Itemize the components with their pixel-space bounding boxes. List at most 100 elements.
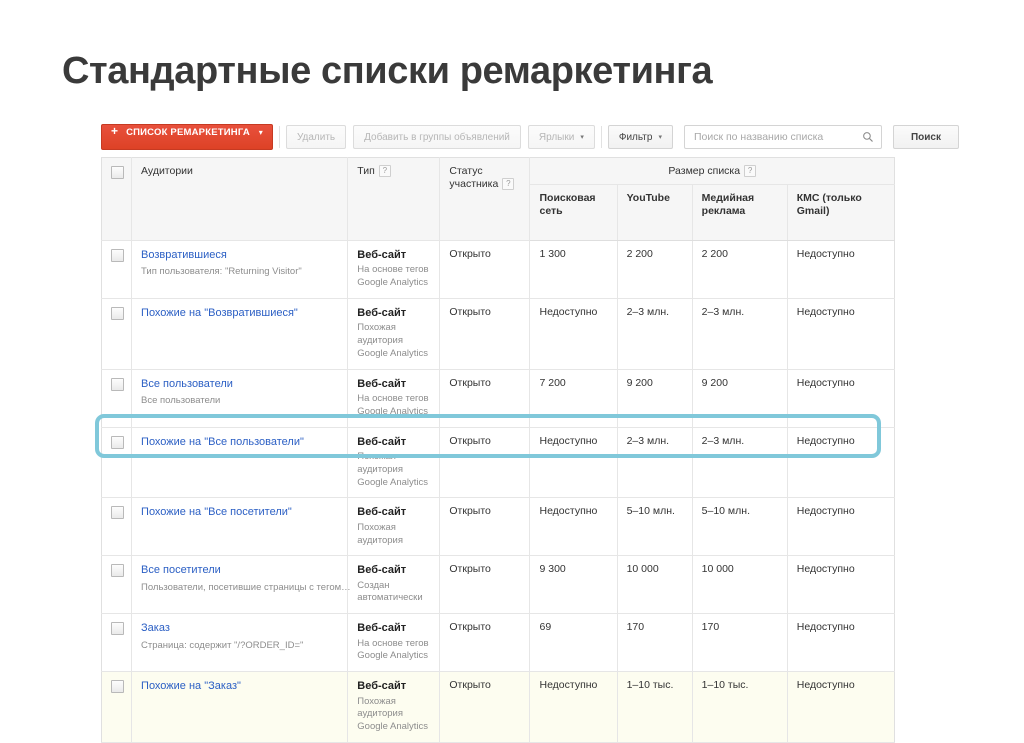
- row-select-cell[interactable]: [101, 671, 133, 743]
- display-size-cell: 2–3 млн.: [692, 298, 788, 370]
- search-button[interactable]: Поиск: [892, 125, 959, 149]
- column-header-gmail[interactable]: КМС (только Gmail): [787, 184, 895, 242]
- audience-cell: Все пользователи Все пользователи: [131, 369, 349, 428]
- type-main: Веб-сайт: [357, 680, 407, 693]
- table-row[interactable]: Похожие на "Заказ" Веб-сайт Похожая аудито…: [101, 671, 895, 743]
- row-checkbox[interactable]: [111, 307, 124, 321]
- member-status-cell: Открыто: [439, 497, 531, 557]
- create-remarketing-list-button[interactable]: + СПИСОК РЕМАРКЕТИНГА ▾: [101, 124, 273, 150]
- audience-name-link[interactable]: Все посетители: [141, 563, 338, 577]
- gmail-size-cell: Недоступно: [787, 298, 895, 370]
- type-main: Веб-сайт: [357, 506, 407, 519]
- type-source: Похожая аудитория: [357, 695, 404, 720]
- type-main: Веб-сайт: [357, 249, 407, 262]
- help-icon[interactable]: ?: [378, 165, 391, 177]
- display-size-cell: 2–3 млн.: [692, 427, 788, 499]
- row-checkbox[interactable]: [111, 435, 124, 449]
- search-network-size-cell: 69: [529, 613, 618, 673]
- member-status-cell: Открыто: [439, 240, 531, 300]
- row-select-cell[interactable]: [101, 613, 133, 673]
- gmail-size-cell: Недоступно: [787, 369, 895, 428]
- audience-description: Все пользователи: [141, 395, 221, 407]
- column-header-search-network-label: Поисковая сеть: [539, 192, 596, 218]
- audience-cell: Заказ Страница: содержит "/?ORDER_ID=": [131, 613, 349, 673]
- column-header-search-network[interactable]: Поисковая сеть: [529, 184, 618, 242]
- column-header-display[interactable]: Медийная реклама: [692, 184, 788, 242]
- table-row[interactable]: Все посетители Пользователи, посетившие с…: [101, 555, 895, 615]
- delete-label: Удалить: [296, 131, 336, 143]
- gmail-size-cell: Недоступно: [787, 497, 895, 557]
- audience-name-link[interactable]: Возвратившиеся: [141, 248, 338, 262]
- table-row[interactable]: Похожие на "Все посетители" Веб-сайт Похож…: [101, 497, 895, 557]
- type-cell: Веб-сайт Похожая аудитория Google Analytic…: [347, 671, 441, 743]
- row-checkbox[interactable]: [111, 249, 124, 263]
- gmail-size-cell: Недоступно: [787, 613, 895, 673]
- row-select-cell[interactable]: [101, 555, 133, 615]
- search-placeholder: Поиск по названию списка: [693, 131, 824, 143]
- type-source: Похожая аудитория: [357, 521, 404, 546]
- audience-name-link[interactable]: Похожие на "Возвратившиеся": [141, 306, 338, 320]
- toolbar-divider-2: [600, 126, 602, 148]
- youtube-size-cell: 9 200: [617, 369, 693, 428]
- display-size-cell: 10 000: [692, 555, 788, 615]
- delete-button[interactable]: Удалить: [285, 125, 347, 149]
- search-network-size-cell: Недоступно: [529, 427, 618, 499]
- row-checkbox[interactable]: [111, 377, 124, 391]
- table-header-group-row: Аудитории Тип? Статус участника? Размер …: [101, 157, 895, 242]
- audience-cell: Похожие на "Все пользователи": [131, 427, 349, 499]
- select-all-header[interactable]: [101, 157, 133, 242]
- help-icon[interactable]: ?: [502, 178, 515, 191]
- column-header-youtube[interactable]: YouTube: [617, 184, 693, 242]
- type-cell: Веб-сайт На основе тегов Google Analytics: [347, 369, 441, 428]
- member-status-cell: Открыто: [439, 613, 531, 673]
- row-checkbox[interactable]: [111, 506, 124, 520]
- create-remarketing-list-label: СПИСОК РЕМАРКЕТИНГА: [126, 127, 250, 138]
- labels-button[interactable]: Ярлыки ▾: [527, 125, 595, 149]
- column-header-type[interactable]: Тип?: [347, 157, 441, 242]
- row-select-cell[interactable]: [101, 427, 133, 499]
- help-icon[interactable]: ?: [744, 165, 757, 177]
- audience-name-link[interactable]: Похожие на "Все пользователи": [141, 435, 338, 449]
- table-row[interactable]: Заказ Страница: содержит "/?ORDER_ID=" Веб…: [101, 613, 895, 673]
- add-to-adgroups-label: Добавить в группы объявлений: [364, 131, 510, 143]
- search-network-size-cell: Недоступно: [529, 298, 618, 370]
- display-size-cell: 170: [692, 613, 788, 673]
- audience-name-link[interactable]: Похожие на "Все посетители": [141, 505, 338, 519]
- type-main: Веб-сайт: [357, 622, 407, 635]
- row-checkbox[interactable]: [111, 564, 124, 578]
- column-header-member-status[interactable]: Статус участника?: [439, 157, 531, 242]
- table-row[interactable]: Все пользователи Все пользователи Веб-сайт…: [101, 369, 895, 428]
- type-cell: Веб-сайт Создан автоматически: [347, 555, 441, 615]
- audience-cell: Все посетители Пользователи, посетившие с…: [131, 555, 351, 615]
- search-button-label: Поиск: [910, 131, 941, 143]
- filter-button[interactable]: Фильтр ▾: [607, 125, 673, 149]
- type-cell: Веб-сайт На основе тегов Google Analytics: [347, 613, 441, 673]
- add-to-adgroups-button[interactable]: Добавить в группы объявлений: [353, 125, 521, 149]
- table-row[interactable]: Похожие на "Возвратившиеся" Веб-сайт Похож…: [101, 298, 895, 370]
- row-select-cell[interactable]: [101, 497, 133, 557]
- type-source: На основе тегов: [357, 637, 429, 649]
- select-all-checkbox[interactable]: [111, 166, 124, 179]
- remarketing-lists-table: Аудитории Тип? Статус участника? Размер …: [101, 157, 895, 743]
- column-header-audiences[interactable]: Аудитории: [131, 157, 349, 242]
- row-checkbox[interactable]: [111, 680, 124, 694]
- audience-name-link[interactable]: Все пользователи: [141, 377, 338, 391]
- row-select-cell[interactable]: [101, 298, 133, 370]
- row-select-cell[interactable]: [101, 240, 133, 300]
- row-select-cell[interactable]: [101, 369, 133, 428]
- row-checkbox[interactable]: [111, 622, 124, 636]
- chevron-down-icon: ▾: [258, 128, 263, 137]
- search-input[interactable]: Поиск по названию списка: [683, 125, 882, 149]
- table-row[interactable]: Похожие на "Все пользователи" Веб-сайт Пох…: [101, 427, 895, 499]
- audience-name-link[interactable]: Заказ: [141, 621, 338, 635]
- table-row[interactable]: Возвратившиеся Тип пользователя: "Returni…: [101, 240, 895, 300]
- gmail-size-cell: Недоступно: [787, 555, 895, 615]
- audience-cell: Похожие на "Все посетители": [131, 497, 349, 557]
- type-provider: Google Analytics: [357, 721, 429, 733]
- plus-icon: +: [111, 124, 119, 138]
- type-main: Веб-сайт: [357, 377, 407, 390]
- type-cell: Веб-сайт Похожая аудитория Google Analytic…: [347, 298, 441, 370]
- youtube-size-cell: 10 000: [617, 555, 693, 615]
- page-title: Стандартные списки ремаркетинга: [62, 50, 713, 92]
- audience-name-link[interactable]: Похожие на "Заказ": [141, 679, 338, 693]
